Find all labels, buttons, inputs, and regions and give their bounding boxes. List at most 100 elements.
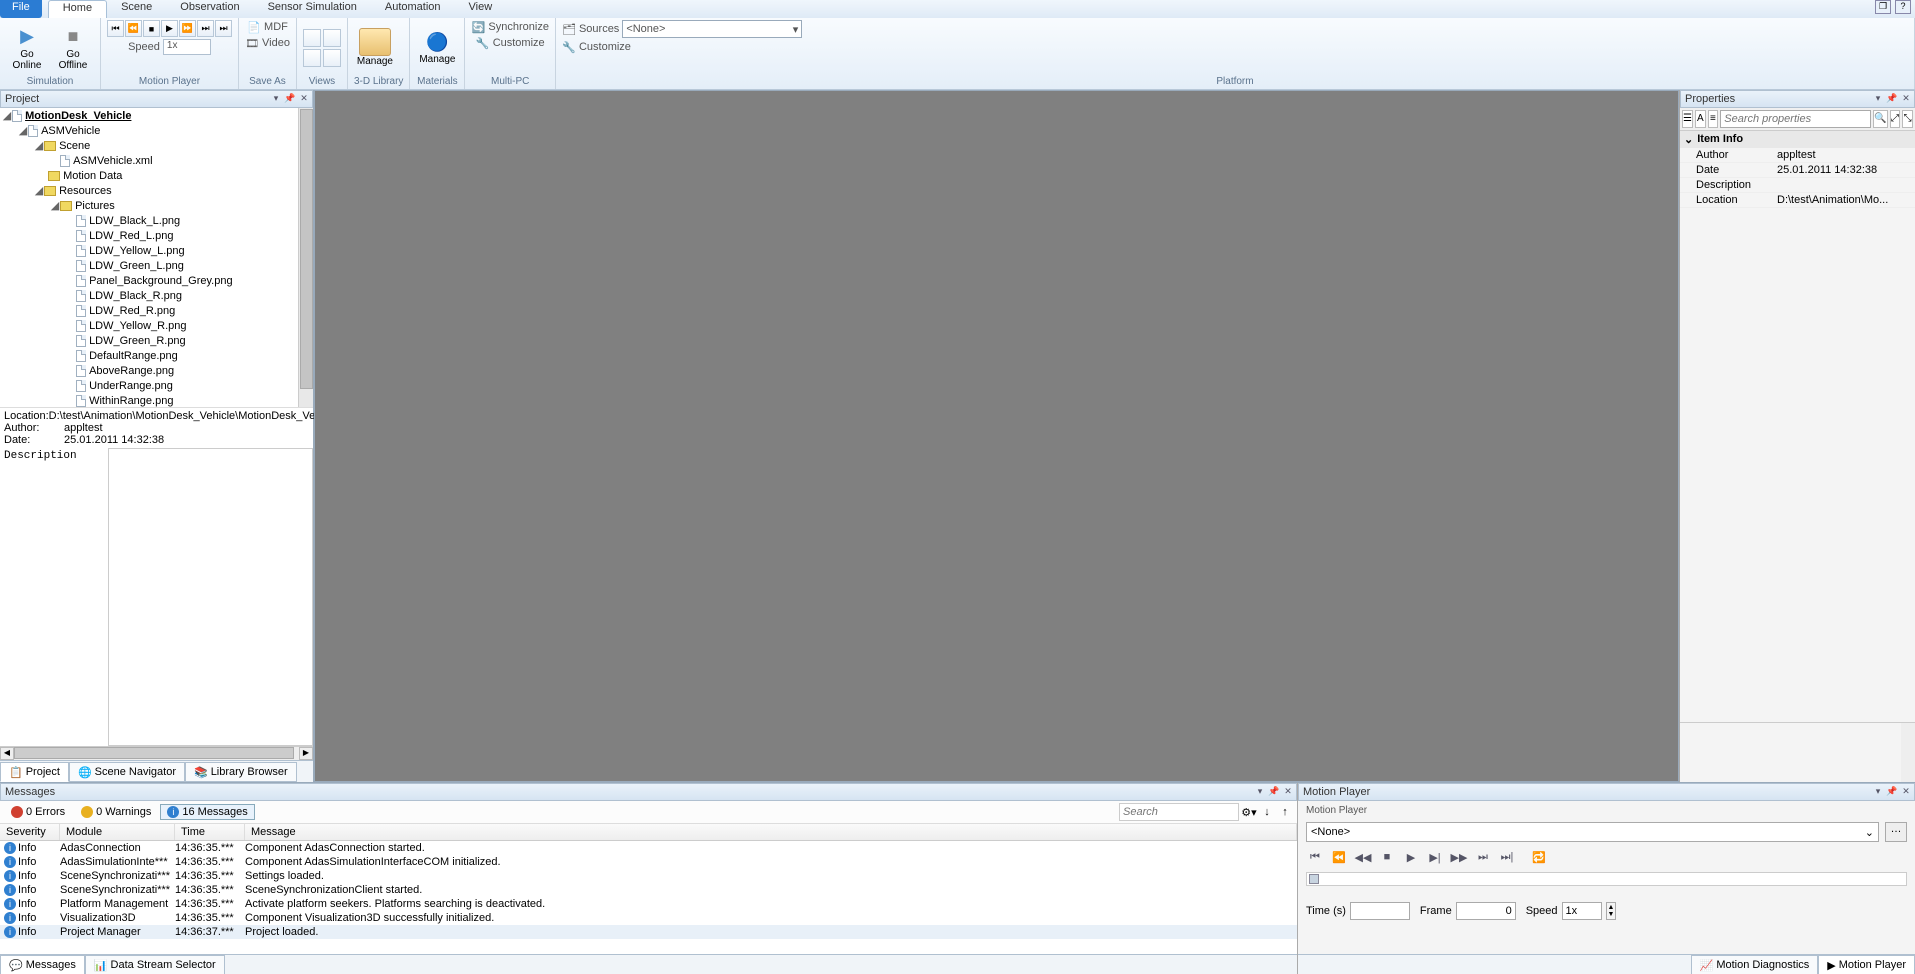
categorize-icon[interactable]: ☰ — [1682, 110, 1693, 128]
mp-step-back-icon[interactable]: ⏪ — [1330, 848, 1348, 866]
property-row[interactable]: Description — [1680, 178, 1915, 193]
tree-node[interactable]: LDW_Black_L.png — [89, 215, 180, 227]
motion-file-combo[interactable]: <None>⌄ — [1306, 822, 1879, 842]
tree-node[interactable]: WithinRange.png — [89, 395, 173, 407]
manage-3d-library-button[interactable]: Manage — [354, 26, 396, 69]
sort-list-icon[interactable]: ≡ — [1708, 110, 1719, 128]
message-row[interactable]: iInfoSceneSynchronizati***14:36:35.***Se… — [0, 869, 1297, 883]
dropdown-icon[interactable]: ▾ — [270, 93, 282, 105]
tree-root[interactable]: MotionDesk_Vehicle — [25, 110, 131, 122]
tab-data-stream[interactable]: 📊Data Stream Selector — [85, 955, 225, 974]
properties-search-input[interactable] — [1720, 110, 1871, 128]
col-time[interactable]: Time — [175, 824, 245, 840]
mp-play-icon[interactable]: ▶ — [161, 20, 178, 37]
tree-node[interactable]: LDW_Green_L.png — [89, 260, 184, 272]
tree-node[interactable]: Scene — [59, 140, 90, 152]
mp-prev-icon[interactable]: ⏪ — [125, 20, 142, 37]
errors-filter[interactable]: 0 Errors — [4, 804, 72, 820]
description-textarea[interactable] — [108, 448, 313, 747]
mp-first-icon[interactable]: ⏮ — [1306, 848, 1324, 866]
dropdown-icon[interactable]: ▾ — [1872, 93, 1884, 105]
col-severity[interactable]: Severity — [0, 824, 60, 840]
message-row[interactable]: iInfoProject Manager14:36:37.***Project … — [0, 925, 1297, 939]
speed-input[interactable]: 1x — [163, 39, 211, 55]
manage-materials-button[interactable]: 🔵Manage — [416, 28, 458, 67]
col-module[interactable]: Module — [60, 824, 175, 840]
tree-scrollbar[interactable] — [298, 108, 313, 407]
pin-icon[interactable]: 📌 — [1268, 786, 1280, 798]
mp-stop-icon[interactable]: ■ — [143, 20, 160, 37]
window-help-icon[interactable]: ? — [1895, 0, 1911, 14]
mp-first-icon[interactable]: ⏮ — [107, 20, 124, 37]
frame-input[interactable] — [1456, 902, 1516, 920]
mp-next-icon[interactable]: ⏩ — [179, 20, 196, 37]
main-canvas[interactable] — [314, 90, 1679, 782]
pin-icon[interactable]: 📌 — [1886, 786, 1898, 798]
tab-view[interactable]: View — [455, 0, 507, 18]
speed-input[interactable] — [1562, 902, 1602, 920]
close-icon[interactable]: ✕ — [298, 93, 310, 105]
tab-library-browser[interactable]: 📚Library Browser — [185, 762, 297, 782]
tab-scene[interactable]: Scene — [107, 0, 166, 18]
synchronize-button[interactable]: 🔄Synchronize — [471, 20, 549, 34]
tree-node[interactable]: Motion Data — [63, 170, 122, 182]
motion-slider[interactable] — [1306, 872, 1907, 886]
warnings-filter[interactable]: 0 Warnings — [74, 804, 158, 820]
project-hscroll[interactable]: ◀▶ — [0, 746, 313, 760]
mp-next-icon[interactable]: ⏭ — [1474, 848, 1492, 866]
message-row[interactable]: iInfoAdasSimulationInte***14:36:35.***Co… — [0, 855, 1297, 869]
sources-combo[interactable]: <None>▾ — [622, 20, 802, 38]
message-row[interactable]: iInfoVisualization3D14:36:35.***Componen… — [0, 911, 1297, 925]
tree-node[interactable]: DefaultRange.png — [89, 350, 178, 362]
file-tab[interactable]: File — [0, 0, 42, 18]
mp-rewind-icon[interactable]: ◀◀ — [1354, 848, 1372, 866]
tab-observation[interactable]: Observation — [166, 0, 253, 18]
arrow-up-icon[interactable]: ↑ — [1277, 806, 1293, 818]
slider-thumb[interactable] — [1309, 874, 1319, 884]
messages-table[interactable]: Severity Module Time Message iInfoAdasCo… — [0, 824, 1297, 954]
tree-node[interactable]: AboveRange.png — [89, 365, 174, 377]
mp-next2-icon[interactable]: ⏭ — [197, 20, 214, 37]
property-row[interactable]: Authorappltest — [1680, 148, 1915, 163]
tree-node[interactable]: LDW_Red_R.png — [89, 305, 175, 317]
message-row[interactable]: iInfoSceneSynchronizati***14:36:35.***Sc… — [0, 883, 1297, 897]
tree-node[interactable]: ASMVehicle — [41, 125, 100, 137]
tree-node[interactable]: Resources — [59, 185, 112, 197]
tab-scene-navigator[interactable]: 🌐Scene Navigator — [69, 762, 185, 782]
collapse-icon[interactable]: ⤡ — [1902, 110, 1913, 128]
messages-filter[interactable]: i16 Messages — [160, 804, 254, 820]
tree-node[interactable]: LDW_Yellow_L.png — [89, 245, 185, 257]
customize-platform-button[interactable]: 🔧Customize — [562, 40, 631, 54]
tree-node[interactable]: UnderRange.png — [89, 380, 173, 392]
property-row[interactable]: LocationD:\test\Animation\Mo... — [1680, 193, 1915, 208]
project-tree[interactable]: ◢ MotionDesk_Vehicle ◢ ASMVehicle ◢ Scen… — [0, 108, 313, 407]
save-video-button[interactable]: 🎞Video — [245, 36, 290, 50]
tab-motion-player[interactable]: ▶Motion Player — [1818, 955, 1915, 974]
go-online-button[interactable]: ▶Go Online — [6, 23, 48, 73]
tab-sensor-simulation[interactable]: Sensor Simulation — [254, 0, 371, 18]
sort-az-icon[interactable]: A — [1695, 110, 1706, 128]
views-grid[interactable] — [303, 29, 341, 67]
time-input[interactable] — [1350, 902, 1410, 920]
message-row[interactable]: iInfoPlatform Management14:36:35.***Acti… — [0, 897, 1297, 911]
close-icon[interactable]: ✕ — [1900, 93, 1912, 105]
mp-loop-icon[interactable]: 🔁 — [1530, 848, 1548, 866]
tab-project[interactable]: 📋Project — [0, 762, 69, 782]
tree-node[interactable]: LDW_Green_R.png — [89, 335, 186, 347]
expand-icon[interactable]: ⤢ — [1890, 110, 1901, 128]
tree-node[interactable]: Pictures — [75, 200, 115, 212]
tree-node[interactable]: LDW_Black_R.png — [89, 290, 182, 302]
tree-node[interactable]: ASMVehicle.xml — [73, 155, 152, 167]
mp-last-icon[interactable]: ⏭ — [215, 20, 232, 37]
pin-icon[interactable]: 📌 — [1886, 93, 1898, 105]
browse-button[interactable]: … — [1885, 822, 1907, 842]
message-row[interactable]: iInfoAdasConnection14:36:35.***Component… — [0, 841, 1297, 855]
dropdown-icon[interactable]: ▾ — [1872, 786, 1884, 798]
tab-home[interactable]: Home — [48, 0, 107, 18]
close-icon[interactable]: ✕ — [1900, 786, 1912, 798]
mp-ffwd-icon[interactable]: ▶▶ — [1450, 848, 1468, 866]
mp-play-icon[interactable]: ▶ — [1402, 848, 1420, 866]
scrollbar[interactable] — [1901, 723, 1915, 782]
spinner-icon[interactable]: ▲▼ — [1606, 902, 1617, 920]
mp-stop-icon[interactable]: ■ — [1378, 848, 1396, 866]
